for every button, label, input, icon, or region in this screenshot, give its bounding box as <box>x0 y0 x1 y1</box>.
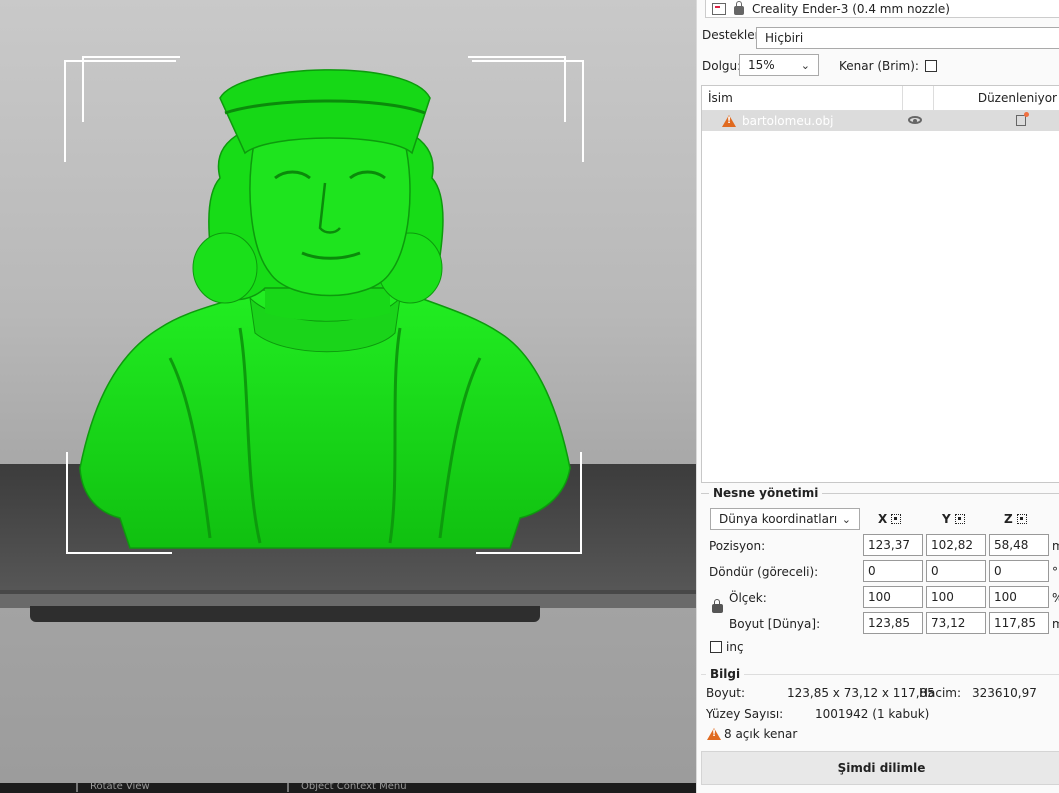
status-rotate-view: Rotate View <box>76 783 150 792</box>
scale-unit: % <box>1052 591 1059 605</box>
rotate-y-input[interactable]: 0 <box>926 560 986 582</box>
position-unit: m <box>1052 539 1059 553</box>
scale-label: Ölçek: <box>729 591 767 605</box>
brim-checkbox[interactable] <box>924 60 937 72</box>
position-label: Pozisyon: <box>709 539 766 553</box>
info-facets-value: 1001942 (1 kabuk) <box>815 707 930 721</box>
size-x-input[interactable]: 123,85 <box>863 612 923 634</box>
status-label: Rotate View <box>90 783 150 792</box>
status-bar: Rotate View Object Context Menu <box>0 783 696 793</box>
axis-z-header: Z <box>1004 512 1027 526</box>
infill-row: Dolgu: <box>702 55 741 77</box>
info-size-label: Boyut: <box>706 686 746 700</box>
axis-icon <box>1016 514 1027 524</box>
axis-z-label: Z <box>1004 512 1013 526</box>
bed-front <box>30 606 540 622</box>
selection-corner-bottom-left <box>66 452 172 554</box>
3d-viewport[interactable] <box>0 0 696 783</box>
position-z-input[interactable]: 58,48 <box>989 534 1049 556</box>
scale-lock-icon[interactable] <box>712 599 723 613</box>
axis-icon <box>954 514 965 524</box>
axis-icon <box>891 514 902 524</box>
supports-label: Destekler: <box>702 28 764 42</box>
axis-x-header: X <box>878 512 902 526</box>
rotate-unit: ° <box>1052 565 1058 579</box>
infill-label: Dolgu: <box>702 59 742 73</box>
rotate-x-input[interactable]: 0 <box>863 560 923 582</box>
size-y-input[interactable]: 73,12 <box>926 612 986 634</box>
supports-select[interactable]: Hiçbiri <box>756 27 1059 49</box>
column-visibility[interactable] <box>903 86 934 110</box>
warning-icon <box>707 728 721 740</box>
selection-corner-bottom-right <box>476 452 582 554</box>
inches-checkbox[interactable] <box>710 641 722 653</box>
coordinate-system-value: Dünya koordinatları <box>719 512 838 526</box>
brim-label: Kenar (Brim): <box>839 59 919 73</box>
chevron-down-icon: ⌄ <box>841 512 851 526</box>
printer-selector[interactable]: Creality Ender-3 (0.4 mm nozzle) <box>705 0 1059 18</box>
object-manipulation-title: Nesne yönetimi <box>709 486 823 500</box>
position-x-input[interactable]: 123,37 <box>863 534 923 556</box>
size-unit: m <box>1052 617 1059 631</box>
inches-label: inç <box>726 640 744 654</box>
warning-icon <box>722 115 736 127</box>
lock-icon <box>734 1 744 15</box>
info-volume-value: 323610,97 <box>972 686 1037 700</box>
status-label: Object Context Menu <box>301 783 407 792</box>
object-manipulation-section: Nesne yönetimi Dünya koordinatları ⌄ X Y… <box>701 486 1059 659</box>
info-title: Bilgi <box>706 667 745 681</box>
size-z-input[interactable]: 117,85 <box>989 612 1049 634</box>
supports-row: Destekler: <box>702 28 763 42</box>
list-item[interactable]: bartolomeu.obj <box>702 111 1059 131</box>
info-section: Bilgi Boyut: 123,85 x 73,12 x 117,85 Hac… <box>701 667 1059 745</box>
info-facets-label: Yüzey Sayısı: <box>706 707 784 721</box>
size-label: Boyut [Dünya]: <box>729 617 821 631</box>
rotate-z-input[interactable]: 0 <box>989 560 1049 582</box>
column-editing[interactable]: Düzenleniyor <box>934 91 1059 105</box>
scale-x-input[interactable]: 100 <box>863 586 923 608</box>
scale-z-input[interactable]: 100 <box>989 586 1049 608</box>
mouse-icon <box>287 783 289 792</box>
axis-y-label: Y <box>942 512 951 526</box>
position-y-input[interactable]: 102,82 <box>926 534 986 556</box>
slice-now-button[interactable]: Şimdi dilimle <box>701 751 1059 785</box>
coordinate-system-select[interactable]: Dünya koordinatları ⌄ <box>710 508 860 530</box>
chevron-down-icon: ⌄ <box>800 58 810 72</box>
axis-x-label: X <box>878 512 888 526</box>
column-name[interactable]: İsim <box>702 86 903 110</box>
open-edges-warning: 8 açık kenar <box>707 727 797 741</box>
mouse-icon <box>76 783 78 792</box>
rotate-label: Döndür (göreceli): <box>709 565 819 579</box>
object-name: bartolomeu.obj <box>742 114 834 128</box>
object-list-header: İsim Düzenleniyor <box>702 86 1059 111</box>
printer-name: Creality Ender-3 (0.4 mm nozzle) <box>752 1 950 16</box>
info-volume-label: Hacim: <box>919 686 962 700</box>
inches-row: inç <box>710 640 744 654</box>
scale-y-input[interactable]: 100 <box>926 586 986 608</box>
infill-select[interactable]: 15% ⌄ <box>739 54 819 76</box>
settings-panel: Creality Ender-3 (0.4 mm nozzle) Destekl… <box>696 0 1059 793</box>
brim-row: Kenar (Brim): <box>839 55 937 77</box>
supports-value: Hiçbiri <box>765 31 804 45</box>
printer-icon <box>712 2 726 15</box>
object-list[interactable]: İsim Düzenleniyor bartolomeu.obj <box>701 85 1059 483</box>
eye-icon[interactable] <box>908 116 922 124</box>
info-size-value: 123,85 x 73,12 x 117,85 <box>787 686 935 700</box>
open-edges-text: 8 açık kenar <box>724 727 798 741</box>
infill-value: 15% <box>748 58 775 72</box>
editing-icon[interactable] <box>1016 112 1029 126</box>
axis-y-header: Y <box>942 512 965 526</box>
status-context-menu: Object Context Menu <box>287 783 407 792</box>
